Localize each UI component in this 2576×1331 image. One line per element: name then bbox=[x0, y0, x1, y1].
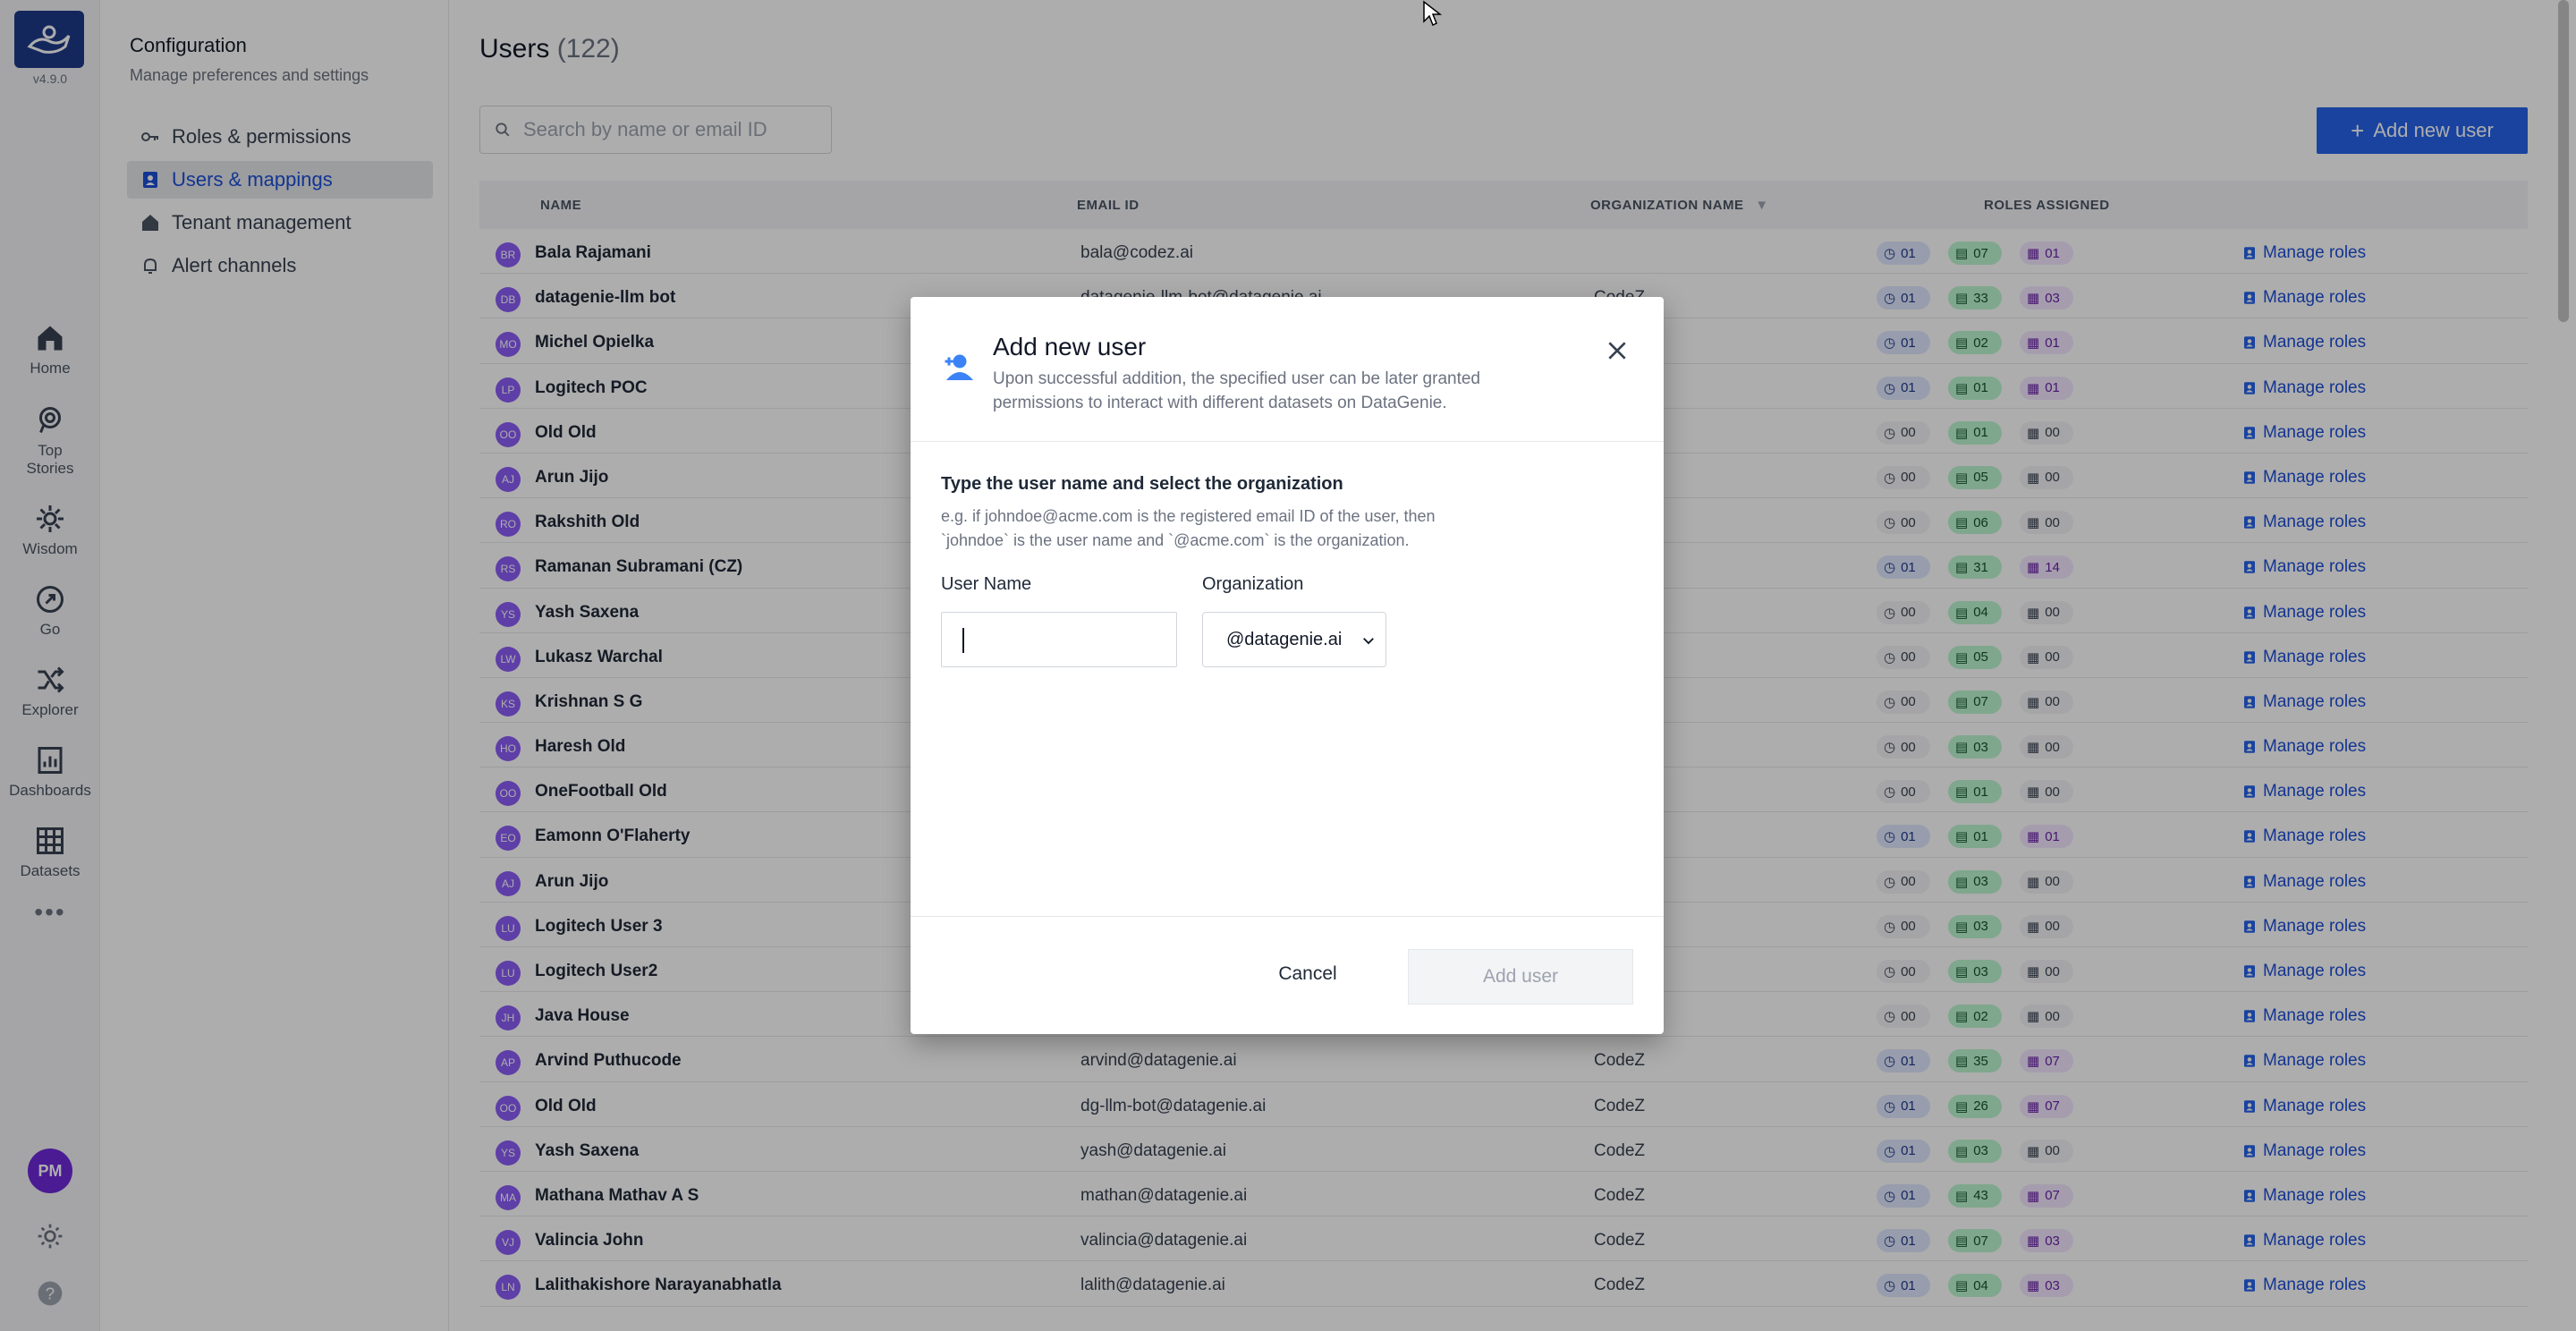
modal-example: e.g. if johndoe@acme.com is the register… bbox=[941, 507, 1436, 549]
organization-selected: @datagenie.ai bbox=[1226, 629, 1343, 649]
add-person-icon bbox=[945, 354, 973, 380]
add-user-button[interactable]: Add user bbox=[1408, 949, 1633, 1005]
user-name-input[interactable] bbox=[941, 612, 1177, 667]
user-name-label: User Name bbox=[941, 574, 1032, 594]
add-user-modal: Add new user Upon successful addition, t… bbox=[911, 297, 1664, 1034]
modal-title: Add new user bbox=[993, 333, 1147, 360]
mouse-cursor-icon bbox=[1423, 0, 1442, 27]
modal-header: Add new user Upon successful addition, t… bbox=[911, 297, 1664, 442]
close-icon[interactable] bbox=[1599, 333, 1635, 369]
modal-footer: Cancel Add user bbox=[911, 916, 1664, 1034]
text-caret bbox=[962, 628, 964, 653]
chevron-down-icon bbox=[1363, 638, 1374, 645]
modal-instruction: Type the user name and select the organi… bbox=[941, 474, 1343, 494]
organization-select[interactable]: @datagenie.ai bbox=[1202, 612, 1386, 667]
modal-description: Upon successful addition, the specified … bbox=[993, 369, 1480, 412]
cancel-button[interactable]: Cancel bbox=[1263, 949, 1352, 999]
organization-label: Organization bbox=[1202, 574, 1304, 594]
